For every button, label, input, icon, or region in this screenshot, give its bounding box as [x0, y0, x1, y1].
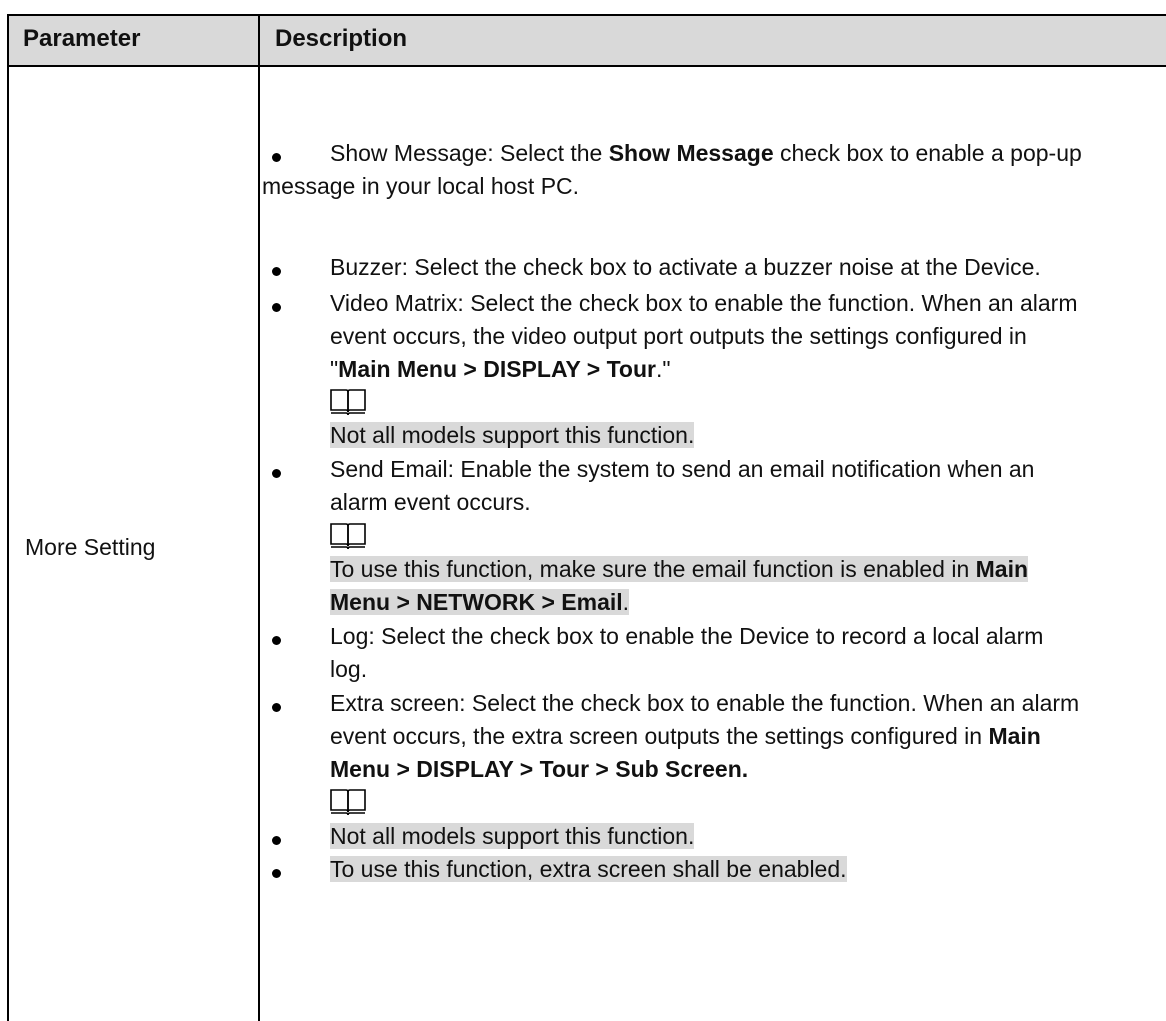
table-header-row [8, 15, 1166, 66]
bullet [272, 303, 281, 312]
param-more-setting: More Setting [25, 534, 156, 560]
parameter-table: Parameter Description More Setting Show … [7, 14, 1166, 1021]
header-parameter: Parameter [23, 25, 141, 52]
column-divider [258, 14, 260, 1021]
video-matrix-line3: "Main Menu > DISPLAY > Tour." [330, 356, 671, 382]
bullet [272, 153, 281, 162]
show-message-line1: Show Message: Select the Show Message ch… [330, 140, 1082, 166]
buzzer-text: Buzzer: Select the check box to activate… [330, 254, 1041, 280]
header-description: Description [275, 25, 408, 52]
extra-screen-line1: Extra screen: Select the check box to en… [330, 690, 1080, 716]
bullet [272, 469, 281, 478]
video-matrix-line2: event occurs, the video output port outp… [330, 323, 1027, 349]
send-email-line2: alarm event occurs. [330, 489, 531, 515]
extra-screen-line3: Menu > DISPLAY > Tour > Sub Screen. [330, 756, 749, 782]
header-bottom-border [7, 65, 1166, 67]
bullet [272, 703, 281, 712]
send-email-note-line1: To use this function, make sure the emai… [330, 556, 1029, 582]
bullet [272, 836, 281, 845]
video-matrix-line1: Video Matrix: Select the check box to en… [330, 290, 1078, 316]
extra-screen-note-1: Not all models support this function. [330, 823, 695, 849]
log-line1: Log: Select the check box to enable the … [330, 623, 1044, 649]
bullet [272, 636, 281, 645]
extra-screen-line2: event occurs, the extra screen outputs t… [330, 723, 1041, 749]
send-email-note-line2: Menu > NETWORK > Email. [330, 589, 630, 615]
extra-screen-note-2: To use this function, extra screen shall… [330, 856, 847, 882]
note-book-icon [330, 789, 366, 816]
video-matrix-note: Not all models support this function. [330, 422, 695, 448]
note-book-icon [330, 389, 366, 416]
bullet [272, 267, 281, 276]
show-message-line2: message in your local host PC. [262, 173, 580, 199]
log-line2: log. [330, 656, 368, 682]
send-email-line1: Send Email: Enable the system to send an… [330, 456, 1035, 482]
table-top-border [7, 14, 1166, 16]
bullet [272, 869, 281, 878]
table-left-border [7, 14, 9, 1021]
note-book-icon [330, 523, 366, 550]
